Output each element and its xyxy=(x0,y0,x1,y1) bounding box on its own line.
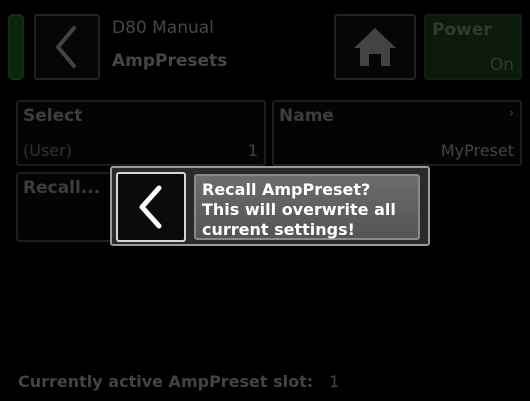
power-value: On xyxy=(489,55,514,75)
select-label: Select xyxy=(23,106,83,126)
power-label: Power xyxy=(432,20,492,40)
name-label: Name xyxy=(279,106,334,126)
active-slot-label: Currently active AmpPreset slot: xyxy=(18,372,314,391)
chevron-left-icon xyxy=(56,26,76,68)
home-icon xyxy=(354,28,396,66)
home-button[interactable] xyxy=(334,14,416,80)
active-slot-status: Currently active AmpPreset slot: 1 xyxy=(18,372,339,391)
chevron-right-icon: › xyxy=(508,106,514,121)
confirm-dialog: Recall AmpPreset? This will overwrite al… xyxy=(110,166,430,246)
chevron-left-icon xyxy=(139,185,162,229)
page-title: AmpPresets xyxy=(112,51,228,71)
dialog-message-line-1: Recall AmpPreset? xyxy=(202,180,371,199)
dialog-message-line-2: This will overwrite all xyxy=(202,200,396,219)
select-type: (User) xyxy=(23,141,72,160)
name-cell[interactable]: Name › MyPreset xyxy=(272,100,522,166)
dialog-back-button[interactable] xyxy=(116,172,186,242)
select-slot-number: 1 xyxy=(247,141,258,160)
power-button[interactable]: Power On xyxy=(424,14,522,80)
screen: D80 Manual AmpPresets Power On Select (U… xyxy=(0,0,530,401)
select-cell[interactable]: Select (User) 1 xyxy=(16,100,266,166)
back-button[interactable] xyxy=(34,14,100,80)
dialog-confirm-button[interactable]: Recall AmpPreset? This will overwrite al… xyxy=(194,174,420,240)
status-indicator xyxy=(8,14,24,80)
preset-name: MyPreset xyxy=(440,141,514,160)
recall-label: Recall... xyxy=(23,178,101,198)
dialog-message-line-3: current settings! xyxy=(202,220,355,239)
device-title: D80 Manual xyxy=(112,18,214,38)
active-slot-value: 1 xyxy=(329,372,340,391)
